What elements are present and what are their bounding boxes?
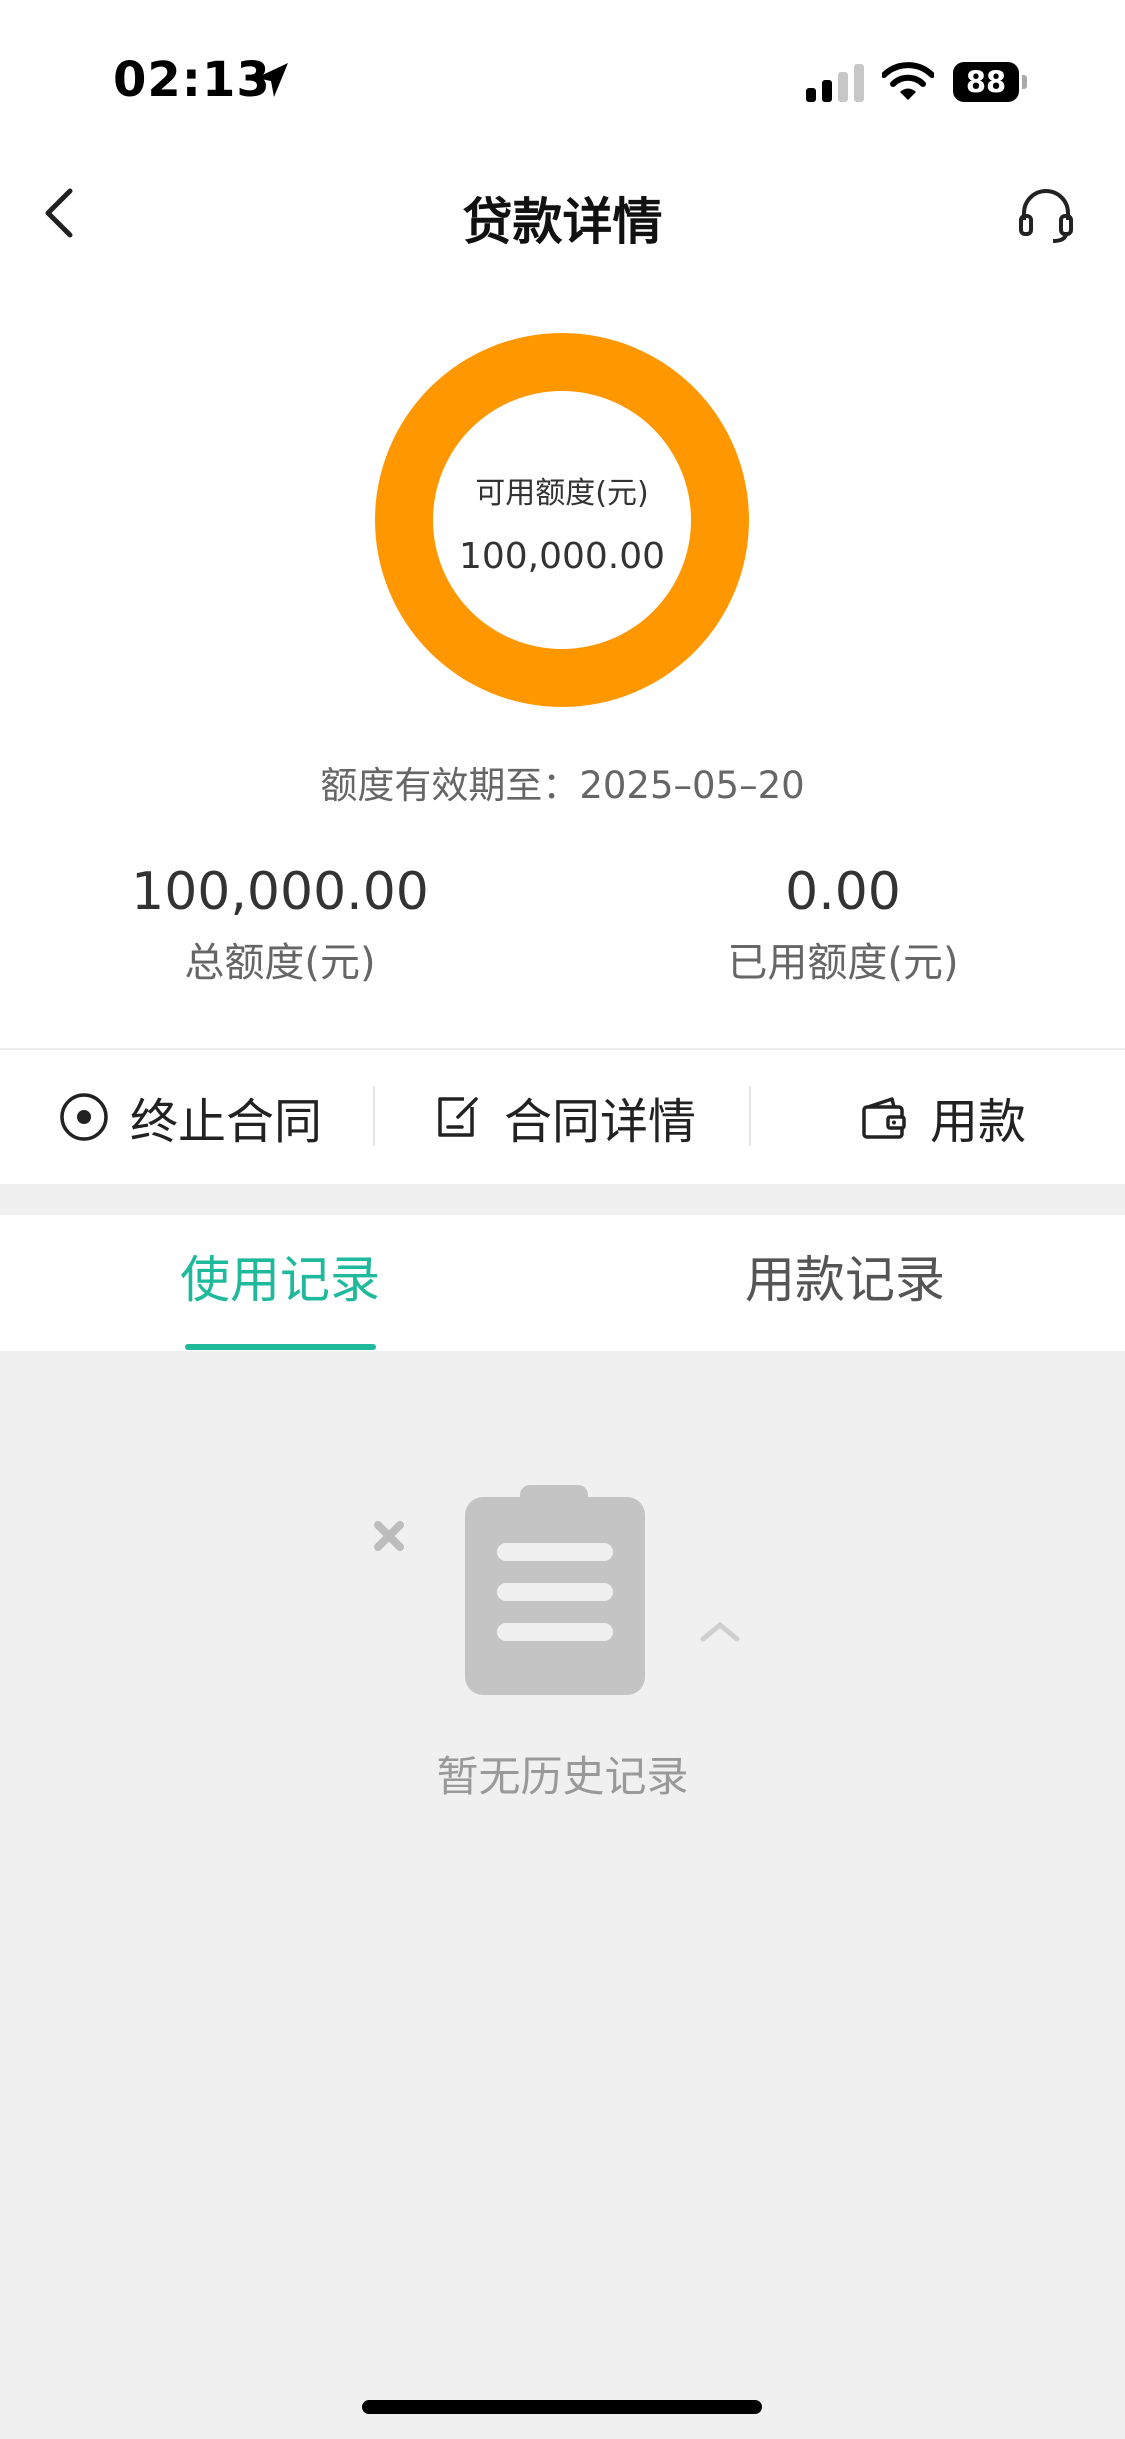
total-credit-value: 100,000.00 bbox=[131, 862, 429, 922]
used-credit: 0.00 已用额度(元) bbox=[563, 862, 1123, 988]
total-credit: 100,000.00 总额度(元) bbox=[0, 862, 560, 988]
divider bbox=[749, 1086, 751, 1146]
contract-details-button[interactable]: 合同详情 bbox=[432, 1050, 696, 1184]
record-tabs: 使用记录 用款记录 bbox=[0, 1215, 1125, 1351]
divider bbox=[373, 1086, 375, 1146]
draw-loan-label: 用款 bbox=[930, 1094, 1027, 1150]
available-credit-label: 可用额度(元) bbox=[475, 476, 649, 511]
empty-state-text: 暂无历史记录 bbox=[436, 1752, 689, 1801]
total-credit-label: 总额度(元) bbox=[184, 940, 376, 986]
tab-loan-records[interactable]: 用款记录 bbox=[715, 1215, 975, 1351]
wifi-icon bbox=[882, 62, 934, 100]
headset-icon[interactable] bbox=[1017, 186, 1075, 244]
terminate-contract-button[interactable]: 终止合同 bbox=[58, 1050, 322, 1184]
stop-circle-icon bbox=[60, 1093, 108, 1141]
available-credit-ring: 可用额度(元) 100,000.00 bbox=[375, 333, 749, 707]
draw-loan-button[interactable]: 用款 bbox=[858, 1050, 1026, 1184]
used-credit-label: 已用额度(元) bbox=[727, 940, 959, 986]
edit-document-icon bbox=[438, 1097, 478, 1137]
contract-details-label: 合同详情 bbox=[504, 1094, 697, 1150]
battery-icon: 88 bbox=[953, 62, 1029, 102]
clipboard-empty-icon bbox=[374, 1485, 740, 1695]
terminate-contract-label: 终止合同 bbox=[130, 1094, 323, 1150]
wallet-icon bbox=[862, 1097, 906, 1139]
credit-validity: 额度有效期至：2025–05–20 bbox=[0, 755, 1125, 809]
action-bar: 终止合同 合同详情 用款 bbox=[0, 1050, 1125, 1184]
page-title: 贷款详情 bbox=[462, 193, 663, 251]
status-time: 02:13 bbox=[113, 52, 271, 108]
used-credit-value: 0.00 bbox=[785, 862, 901, 922]
signal-icon bbox=[806, 62, 864, 102]
available-credit-value: 100,000.00 bbox=[458, 536, 666, 577]
active-tab-indicator bbox=[185, 1344, 376, 1350]
validity-date: 2025–05–20 bbox=[579, 764, 805, 807]
battery-level: 88 bbox=[953, 62, 1019, 102]
home-indicator bbox=[362, 2400, 762, 2414]
location-arrow-icon bbox=[256, 63, 288, 97]
tab-usage-records[interactable]: 使用记录 bbox=[150, 1215, 410, 1351]
validity-label: 额度有效期至： bbox=[320, 764, 580, 807]
